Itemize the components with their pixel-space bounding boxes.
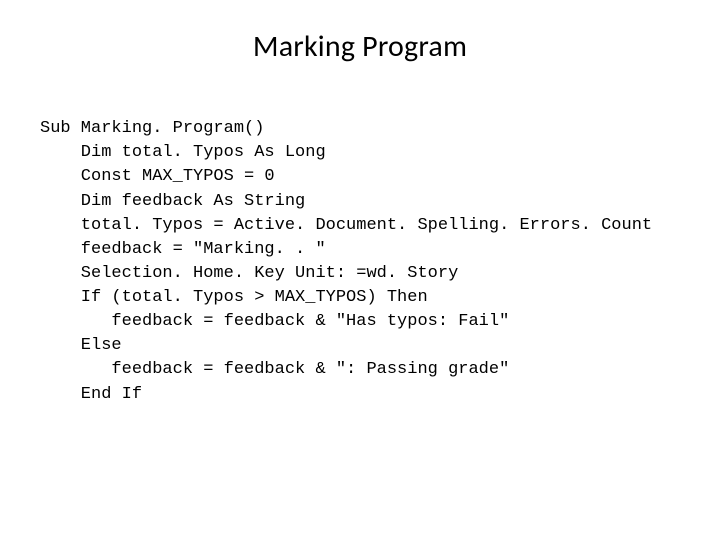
- slide-title: Marking Program: [40, 28, 680, 65]
- code-line: If (total. Typos > MAX_TYPOS) Then: [40, 288, 428, 307]
- code-line: Else: [40, 336, 122, 355]
- code-line: total. Typos = Active. Document. Spellin…: [40, 216, 652, 235]
- code-block: Sub Marking. Program() Dim total. Typos …: [40, 93, 680, 407]
- code-line: feedback = feedback & "Has typos: Fail": [40, 312, 509, 331]
- code-line: feedback = feedback & ": Passing grade": [40, 360, 509, 379]
- slide: Marking Program Sub Marking. Program() D…: [0, 0, 720, 540]
- code-line: Dim feedback As String: [40, 192, 305, 211]
- code-line: Dim total. Typos As Long: [40, 143, 326, 162]
- code-line: Sub Marking. Program(): [40, 119, 264, 138]
- code-line: feedback = "Marking. . ": [40, 240, 326, 259]
- code-line: End If: [40, 385, 142, 404]
- code-line: Selection. Home. Key Unit: =wd. Story: [40, 264, 458, 283]
- code-line: Const MAX_TYPOS = 0: [40, 167, 275, 186]
